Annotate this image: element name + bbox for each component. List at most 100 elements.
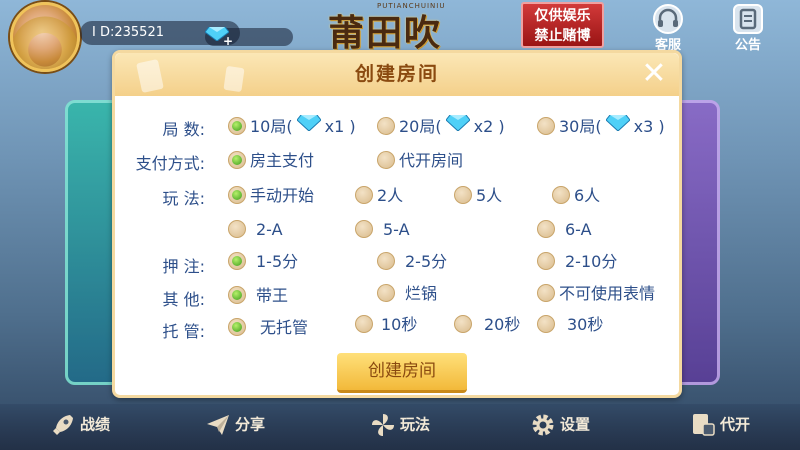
nav-proxy-open-label: 代开 — [720, 415, 751, 434]
play-option-6a[interactable]: 6-A — [537, 219, 592, 241]
nav-proxy-open[interactable]: 代开 — [690, 412, 750, 442]
nav-record-label: 战绩 — [80, 415, 111, 434]
customer-service-button[interactable]: 客服 — [648, 4, 688, 53]
play-option-2p[interactable]: 2人 — [355, 185, 403, 207]
play-option-5p[interactable]: 5人 — [454, 185, 502, 207]
create-room-button[interactable]: 创建房间 — [337, 353, 467, 393]
nav-settings[interactable]: 设置 — [530, 412, 590, 442]
other-option-no-emoji[interactable]: 不可使用表情 — [537, 283, 655, 305]
radio-unselected-icon — [377, 251, 395, 270]
notice-line-2: 禁止赌博 — [534, 28, 591, 44]
radio-unselected-icon — [537, 251, 555, 270]
bet-option-2-5-label: 2-5分 — [405, 252, 448, 271]
play-option-6p[interactable]: 6人 — [552, 185, 600, 207]
paper-plane-icon — [205, 412, 231, 438]
announcement-label: 公告 — [734, 38, 761, 53]
nav-rules[interactable]: 玩法 — [370, 412, 430, 442]
play-option-5a[interactable]: 5-A — [355, 219, 410, 241]
close-icon[interactable]: ✕ — [639, 59, 669, 89]
radio-selected-icon — [228, 150, 246, 169]
diamond-icon — [444, 114, 471, 137]
bet-option-2-10-label: 2-10分 — [565, 252, 618, 271]
bet-option-1-5[interactable]: 1-5分 — [228, 251, 298, 273]
trustee-label: 托 管: — [162, 322, 205, 341]
entertainment-notice: 仅供娱乐 禁止赌博 — [521, 2, 604, 48]
radio-unselected-icon — [552, 185, 570, 204]
game-logo-subtitle: PUTIANCHUINIU — [377, 2, 446, 10]
trustee-option-none[interactable]: 无托管 — [228, 317, 308, 339]
nav-rules-label: 玩法 — [400, 415, 431, 434]
other-option-jokers[interactable]: 带王 — [228, 285, 288, 307]
avatar-decoration — [13, 5, 77, 69]
rounds-label: 局 数: — [162, 120, 205, 139]
other-option-lanquo[interactable]: 烂锅 — [377, 283, 437, 305]
rounds-option-20-label: 20局( — [399, 117, 442, 136]
nav-share-label: 分享 — [235, 415, 266, 434]
radio-unselected-icon — [377, 150, 395, 169]
radio-selected-icon — [228, 116, 246, 135]
rounds-option-20[interactable]: 20局( x2 ) — [377, 114, 505, 138]
trustee-option-10s-label: 10秒 — [381, 315, 418, 334]
play-option-manual-start[interactable]: 手动开始 — [228, 185, 314, 207]
radio-unselected-icon — [454, 314, 472, 333]
notice-line-1: 仅供娱乐 — [534, 8, 591, 24]
other-option-no-emoji-label: 不可使用表情 — [559, 284, 656, 303]
radio-unselected-icon — [377, 116, 395, 135]
proxy-card-icon — [690, 412, 716, 438]
play-option-5a-label: 5-A — [383, 220, 410, 239]
radio-unselected-icon — [537, 314, 555, 333]
other-option-lanquo-label: 烂锅 — [405, 284, 438, 303]
trustee-option-20s[interactable]: 20秒 — [454, 314, 520, 336]
nav-share[interactable]: 分享 — [205, 412, 265, 442]
trustee-option-10s[interactable]: 10秒 — [355, 314, 417, 336]
rocket-icon — [50, 412, 76, 438]
payment-option-proxy[interactable]: 代开房间 — [377, 150, 463, 172]
radio-unselected-icon — [537, 116, 555, 135]
announcement-icon — [733, 4, 763, 34]
nav-settings-label: 设置 — [560, 415, 591, 434]
announcement-button[interactable]: 公告 — [728, 4, 768, 53]
headset-icon — [653, 4, 683, 34]
trustee-option-30s[interactable]: 30秒 — [537, 314, 603, 336]
rounds-option-10-label: 10局( — [250, 117, 293, 136]
rounds-option-30[interactable]: 30局(x3 ) — [537, 114, 665, 138]
pinwheel-icon — [370, 412, 396, 438]
dialog-title: 创建房间 — [354, 64, 439, 85]
play-option-6p-label: 6人 — [574, 186, 601, 205]
radio-unselected-icon — [377, 283, 395, 302]
add-gems-icon[interactable]: + — [223, 34, 233, 48]
rounds-option-10-multiplier: x1 ) — [324, 117, 356, 136]
create-room-dialog: 创建房间 ✕ 局 数: 10局( x1 ) 20局( x2 ) 30局(x3 ) 支… — [112, 50, 682, 398]
play-option-2a-label: 2-A — [256, 220, 283, 239]
radio-unselected-icon — [355, 185, 373, 204]
play-option-2p-label: 2人 — [377, 186, 404, 205]
play-option-6a-label: 6-A — [565, 220, 592, 239]
payment-option-proxy-label: 代开房间 — [399, 151, 464, 170]
radio-selected-icon — [228, 285, 246, 304]
radio-unselected-icon — [355, 219, 373, 238]
radio-selected-icon — [228, 317, 246, 336]
play-option-2a[interactable]: 2-A — [228, 219, 283, 241]
payment-option-owner-label: 房主支付 — [250, 151, 315, 170]
bet-option-2-5[interactable]: 2-5分 — [377, 251, 447, 273]
other-label: 其 他: — [162, 290, 205, 309]
rounds-option-10[interactable]: 10局( x1 ) — [228, 114, 356, 138]
radio-selected-icon — [228, 185, 246, 204]
radio-unselected-icon — [228, 219, 246, 238]
radio-selected-icon — [228, 251, 246, 270]
gear-icon — [530, 412, 556, 438]
payment-label: 支付方式: — [135, 154, 205, 173]
radio-unselected-icon — [355, 314, 373, 333]
game-logo: 莆田吹牛 — [328, 12, 443, 106]
trustee-option-20s-label: 20秒 — [484, 315, 521, 334]
bet-label: 押 注: — [162, 257, 205, 276]
rounds-option-30-multiplier: x3 ) — [633, 117, 665, 136]
nav-record[interactable]: 战绩 — [50, 412, 110, 442]
radio-unselected-icon — [537, 219, 555, 238]
other-option-jokers-label: 带王 — [256, 286, 289, 305]
rounds-option-20-multiplier: x2 ) — [473, 117, 505, 136]
trustee-option-none-label: 无托管 — [260, 318, 309, 337]
bet-option-2-10[interactable]: 2-10分 — [537, 251, 617, 273]
payment-option-owner[interactable]: 房主支付 — [228, 150, 314, 172]
radio-unselected-icon — [537, 283, 555, 302]
